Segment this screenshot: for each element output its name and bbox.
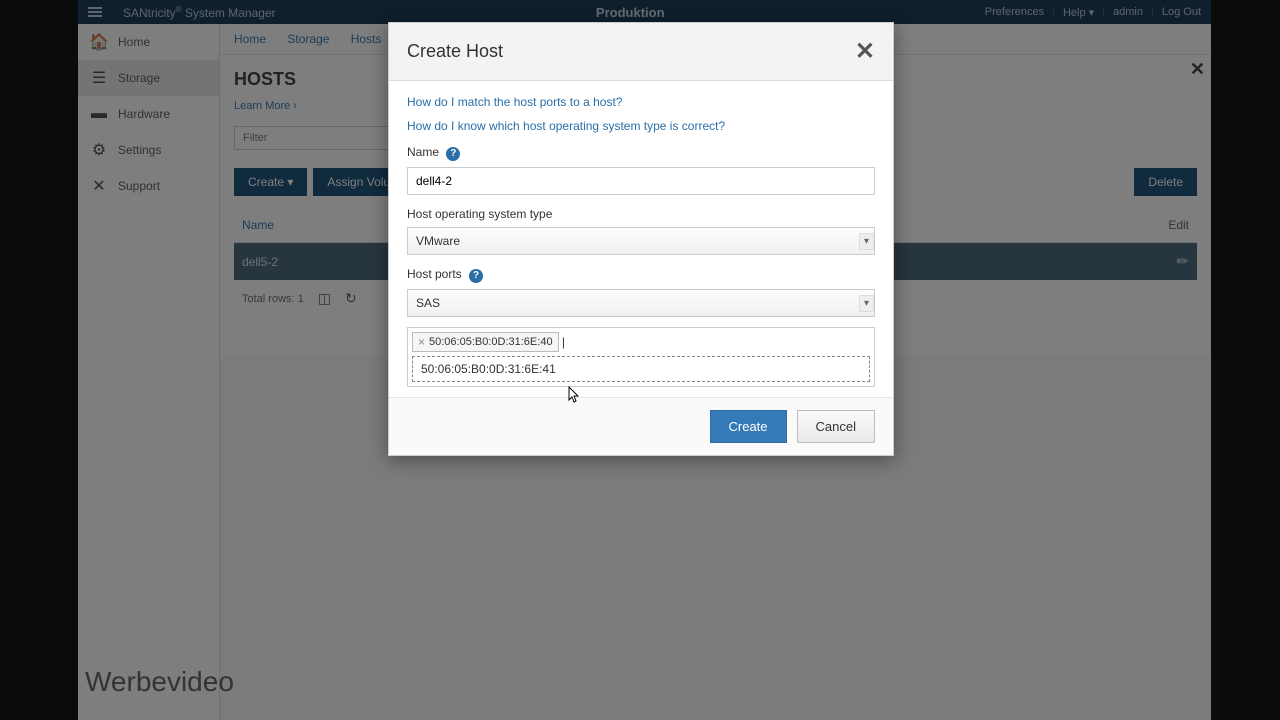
modal-title: Create Host: [407, 41, 503, 62]
name-label: Name ?: [407, 145, 875, 161]
close-icon[interactable]: ✕: [855, 37, 875, 66]
chevron-down-icon: ▾: [859, 233, 874, 250]
remove-tag-icon[interactable]: ×: [418, 335, 425, 349]
help-icon[interactable]: ?: [469, 269, 483, 283]
os-label: Host operating system type: [407, 207, 875, 221]
name-input[interactable]: [407, 167, 875, 195]
help-link-ports[interactable]: How do I match the host ports to a host?: [407, 95, 875, 109]
modal-cancel-button[interactable]: Cancel: [797, 410, 875, 443]
help-icon[interactable]: ?: [446, 147, 460, 161]
os-select[interactable]: VMware▾: [407, 227, 875, 255]
port-tag: ×50:06:05:B0:0D:31:6E:40: [412, 332, 559, 352]
create-host-modal: Create Host ✕ How do I match the host po…: [388, 22, 894, 456]
help-link-os[interactable]: How do I know which host operating syste…: [407, 119, 875, 133]
watermark: Werbevideo: [85, 666, 234, 698]
ports-label: Host ports ?: [407, 267, 875, 283]
host-ports-input[interactable]: ×50:06:05:B0:0D:31:6E:40 | 50:06:05:B0:0…: [407, 327, 875, 387]
port-option[interactable]: 50:06:05:B0:0D:31:6E:41: [412, 356, 870, 382]
modal-create-button[interactable]: Create: [710, 410, 787, 443]
chevron-down-icon: ▾: [859, 295, 874, 312]
protocol-select[interactable]: SAS▾: [407, 289, 875, 317]
